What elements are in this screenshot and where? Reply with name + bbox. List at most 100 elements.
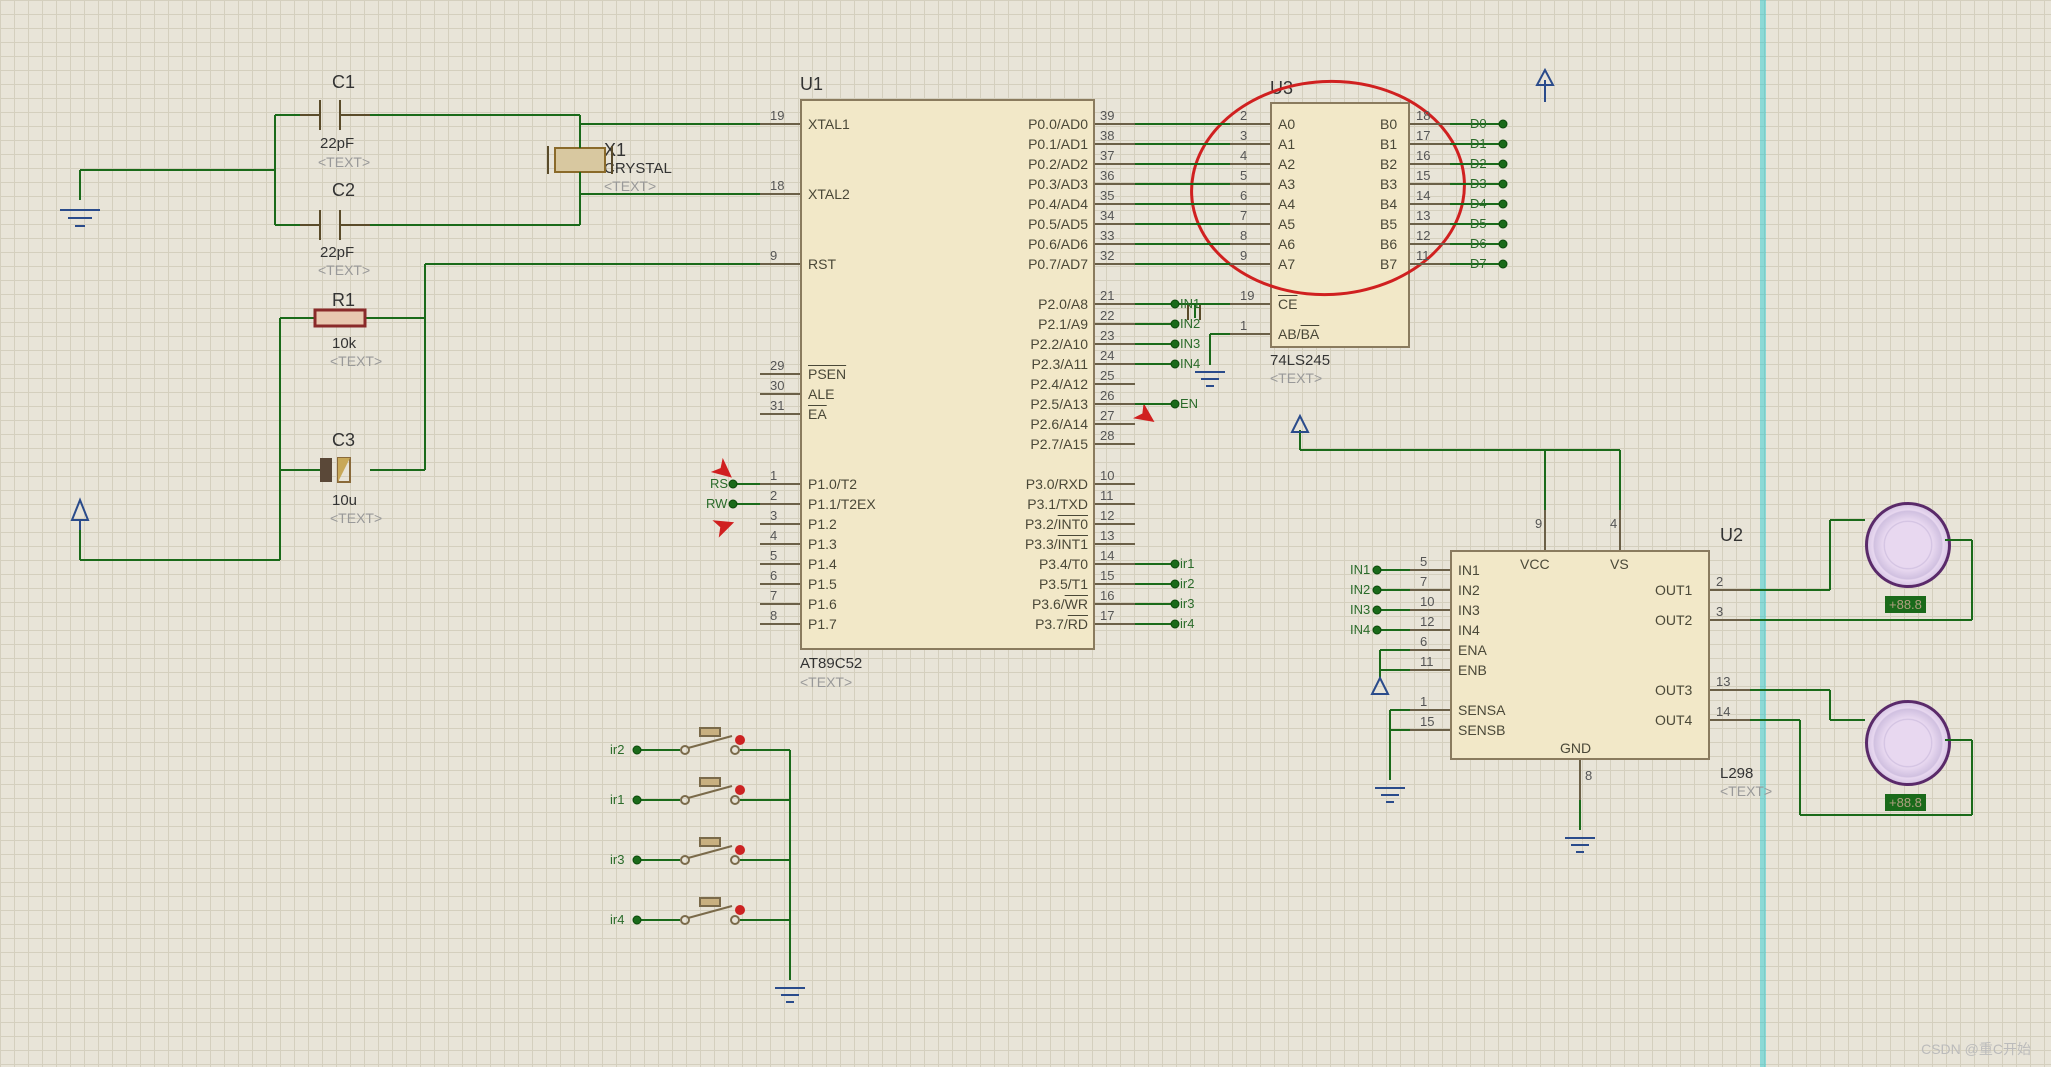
c3-value: 10u bbox=[332, 492, 357, 509]
u1-pin-ALE: ALE bbox=[808, 386, 834, 402]
motor-2[interactable] bbox=[1865, 700, 1951, 786]
u2-pin-l-IN4: IN4 bbox=[1458, 622, 1480, 638]
net-ir1: ir1 bbox=[1180, 556, 1194, 571]
u1-value: AT89C52 bbox=[800, 655, 862, 672]
u3-pin-l-AB/BA: AB/BA bbox=[1278, 326, 1319, 342]
u3-pin-num-r-15: 15 bbox=[1416, 168, 1430, 183]
net-D6: D6 bbox=[1470, 236, 1487, 251]
u1-pin-r-P3.5/T1: P3.5/T1 bbox=[1008, 576, 1088, 592]
u3-pin-r-B1: B1 bbox=[1380, 136, 1397, 152]
u3-pin-num-r-18: 18 bbox=[1416, 108, 1430, 123]
u1-pin-r-P2.6/A14: P2.6/A14 bbox=[1008, 416, 1088, 432]
u1-pin-P1.6: P1.6 bbox=[808, 596, 837, 612]
u1-pin-r-P2.3/A11: P2.3/A11 bbox=[1008, 356, 1088, 372]
u2-pin-num-l-12: 12 bbox=[1420, 614, 1434, 629]
u1-pin-num-r-23: 23 bbox=[1100, 328, 1114, 343]
c1-placeholder: <TEXT> bbox=[318, 154, 370, 170]
u3-pin-r-B3: B3 bbox=[1380, 176, 1397, 192]
net-D7: D7 bbox=[1470, 256, 1487, 271]
u1-pin-num-7: 7 bbox=[770, 588, 777, 603]
u3-pin-num-l-4: 4 bbox=[1240, 148, 1247, 163]
u3-pin-num-l-19: 19 bbox=[1240, 288, 1254, 303]
u1-pin-num-9: 9 bbox=[770, 248, 777, 263]
u2-pin-num-vs: 4 bbox=[1610, 516, 1617, 531]
u1-pin-num-r-11: 11 bbox=[1100, 488, 1114, 503]
u1-pin-num-5: 5 bbox=[770, 548, 777, 563]
u1-pin-r-P0.6/AD6: P0.6/AD6 bbox=[1008, 236, 1088, 252]
u1-pin-P1.1/T2EX: P1.1/T2EX bbox=[808, 496, 876, 512]
net-sw-ir4: ir4 bbox=[610, 912, 624, 927]
motor-1-label: +88.8 bbox=[1885, 596, 1926, 613]
net-ir2: ir2 bbox=[1180, 576, 1194, 591]
u3-pin-num-r-11: 11 bbox=[1416, 248, 1430, 263]
u3-placeholder: <TEXT> bbox=[1270, 370, 1322, 386]
u3-pin-num-l-7: 7 bbox=[1240, 208, 1247, 223]
u1-pin-num-r-33: 33 bbox=[1100, 228, 1114, 243]
net-EN: EN bbox=[1180, 396, 1198, 411]
net-sw-ir3: ir3 bbox=[610, 852, 624, 867]
net-IN3: IN3 bbox=[1180, 336, 1200, 351]
u1-pin-r-P3.4/T0: P3.4/T0 bbox=[1008, 556, 1088, 572]
u1-pin-num-4: 4 bbox=[770, 528, 777, 543]
u1-pin-num-2: 2 bbox=[770, 488, 777, 503]
u2-pin-num-l-1: 1 bbox=[1420, 694, 1427, 709]
u1-pin-r-P2.2/A10: P2.2/A10 bbox=[1008, 336, 1088, 352]
u1-pin-r-P3.1/TXD: P3.1/TXD bbox=[1008, 496, 1088, 512]
u1-pin-num-r-17: 17 bbox=[1100, 608, 1114, 623]
net-D2: D2 bbox=[1470, 156, 1487, 171]
u3-pin-r-B5: B5 bbox=[1380, 216, 1397, 232]
u1-pin-r-P0.7/AD7: P0.7/AD7 bbox=[1008, 256, 1088, 272]
net-u2-IN1: IN1 bbox=[1350, 562, 1370, 577]
u3-pin-l-A5: A5 bbox=[1278, 216, 1295, 232]
u2-pin-l-SENSB: SENSB bbox=[1458, 722, 1505, 738]
net-u2-IN2: IN2 bbox=[1350, 582, 1370, 597]
u3-pin-l-A1: A1 bbox=[1278, 136, 1295, 152]
c2-value: 22pF bbox=[320, 244, 354, 261]
u1-ref: U1 bbox=[800, 74, 823, 95]
u2-pin-num-l-11: 11 bbox=[1420, 654, 1434, 669]
u1-pin-r-P3.6/WR: P3.6/WR bbox=[1008, 596, 1088, 612]
c1-ref: C1 bbox=[332, 72, 355, 93]
u1-pin-r-P3.3/INT1: P3.3/INT1 bbox=[1008, 536, 1088, 552]
page-boundary-marker bbox=[1760, 0, 1766, 1067]
u1-pin-r-P0.5/AD5: P0.5/AD5 bbox=[1008, 216, 1088, 232]
net-RW: RW bbox=[706, 496, 727, 511]
u1-pin-num-r-26: 26 bbox=[1100, 388, 1114, 403]
u3-pin-r-B7: B7 bbox=[1380, 256, 1397, 272]
u2-pin-r-OUT2: OUT2 bbox=[1655, 612, 1692, 628]
motor-1[interactable] bbox=[1865, 502, 1951, 588]
u1-pin-r-P2.4/A12: P2.4/A12 bbox=[1008, 376, 1088, 392]
u1-pin-num-r-37: 37 bbox=[1100, 148, 1114, 163]
u1-pin-r-P2.0/A8: P2.0/A8 bbox=[1008, 296, 1088, 312]
u1-pin-r-P3.2/INT0: P3.2/INT0 bbox=[1008, 516, 1088, 532]
net-D4: D4 bbox=[1470, 196, 1487, 211]
u1-pin-num-r-25: 25 bbox=[1100, 368, 1114, 383]
u3-pin-l-A4: A4 bbox=[1278, 196, 1295, 212]
u1-pin-num-r-12: 12 bbox=[1100, 508, 1114, 523]
u3-pin-r-B6: B6 bbox=[1380, 236, 1397, 252]
u1-pin-num-r-32: 32 bbox=[1100, 248, 1114, 263]
u3-pin-r-B4: B4 bbox=[1380, 196, 1397, 212]
u2-pin-l-ENA: ENA bbox=[1458, 642, 1487, 658]
u3-pin-num-r-16: 16 bbox=[1416, 148, 1430, 163]
u2-pin-num-r-14: 14 bbox=[1716, 704, 1730, 719]
u2-pin-num-l-5: 5 bbox=[1420, 554, 1427, 569]
u2-pin-num-r-3: 3 bbox=[1716, 604, 1723, 619]
u2-pin-num-gnd: 8 bbox=[1585, 768, 1592, 783]
x1-placeholder: <TEXT> bbox=[604, 178, 656, 194]
watermark: CSDN @重C开始 bbox=[1921, 1039, 2031, 1059]
u1-pin-num-30: 30 bbox=[770, 378, 784, 393]
net-sw-ir2: ir2 bbox=[610, 742, 624, 757]
u2-ref: U2 bbox=[1720, 525, 1743, 546]
net-D0: D0 bbox=[1470, 116, 1487, 131]
u1-pin-r-P0.3/AD3: P0.3/AD3 bbox=[1008, 176, 1088, 192]
r1-value: 10k bbox=[332, 335, 356, 352]
u3-pin-l-A2: A2 bbox=[1278, 156, 1295, 172]
u2-pin-r-OUT1: OUT1 bbox=[1655, 582, 1692, 598]
net-RS: RS bbox=[710, 476, 728, 491]
net-sw-ir1: ir1 bbox=[610, 792, 624, 807]
u1-pin-num-r-27: 27 bbox=[1100, 408, 1114, 423]
u2-pin-r-OUT3: OUT3 bbox=[1655, 682, 1692, 698]
u2-pin-num-r-2: 2 bbox=[1716, 574, 1723, 589]
u1-pin-num-31: 31 bbox=[770, 398, 784, 413]
